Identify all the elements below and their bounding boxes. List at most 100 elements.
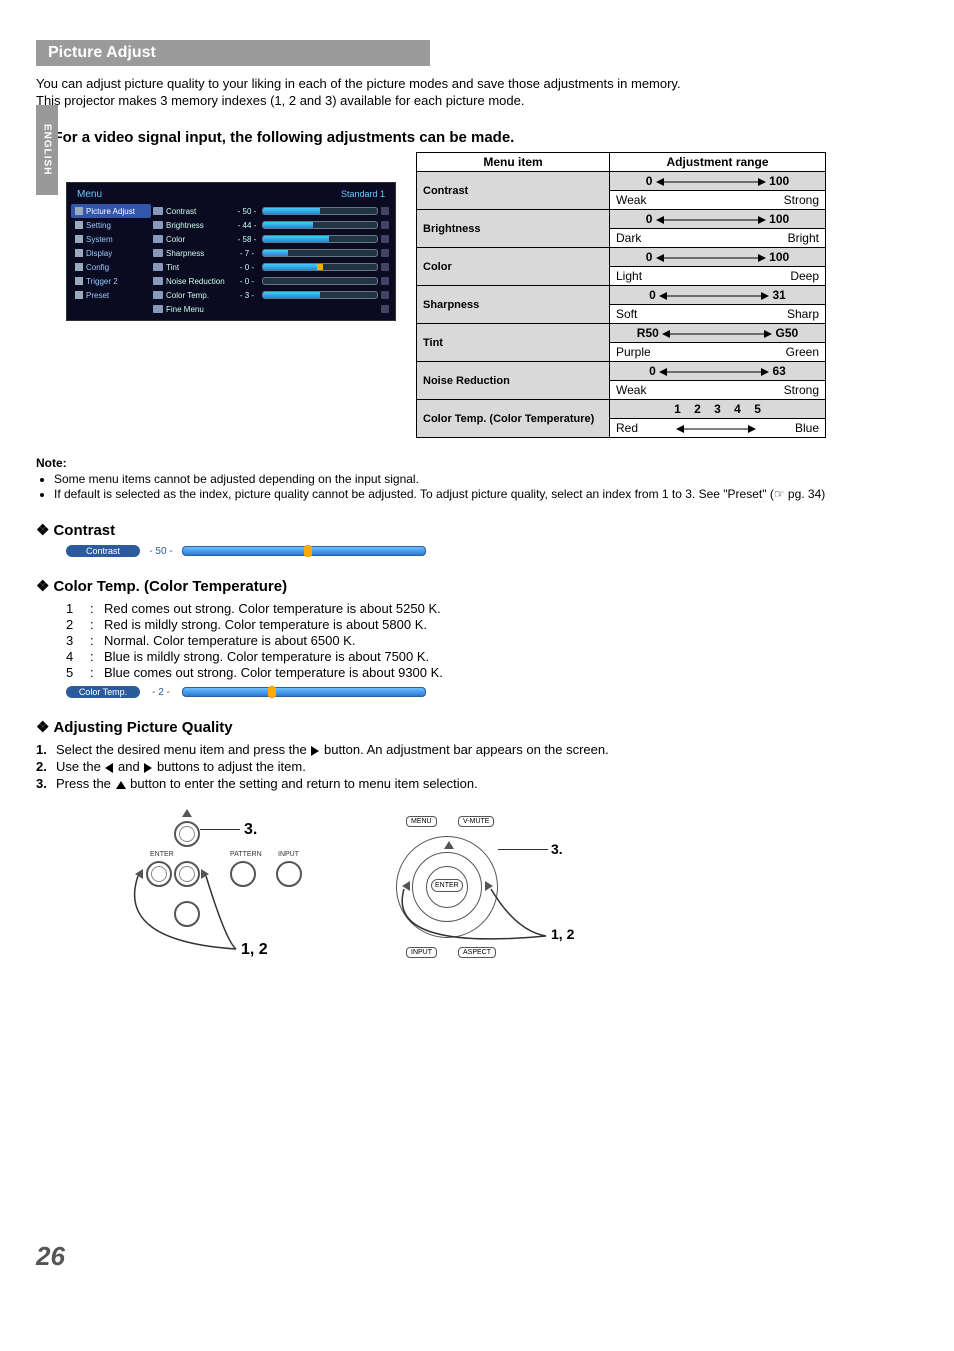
table-item-cell: Tint: [417, 324, 610, 362]
osd-param-value: - 0 -: [235, 263, 259, 272]
section-title: Picture Adjust: [36, 40, 430, 66]
param-icon: [153, 235, 163, 243]
ct-num: 3: [66, 633, 90, 648]
step-row: 2. Use the and buttons to adjust the ite…: [36, 759, 898, 774]
step-row: 1. Select the desired menu item and pres…: [36, 742, 898, 757]
heading-colortemp: ❖Color Temp. (Color Temperature): [36, 577, 898, 595]
note-item: If default is selected as the index, pic…: [54, 487, 898, 501]
table-item-cell: Brightness: [417, 210, 610, 248]
setting-icon: [75, 221, 83, 229]
osd-param-label: Tint: [166, 263, 232, 272]
osd-param-label: Color: [166, 235, 232, 244]
table-range-cell: 0 31: [610, 286, 826, 305]
step-12-label: 1, 2: [241, 941, 268, 959]
osd-row: Color Temp.- 3 -: [151, 288, 391, 302]
param-icon: [153, 291, 163, 299]
osd-param-value: - 58 -: [235, 235, 259, 244]
ct-num: 2: [66, 617, 90, 632]
osd-row: Sharpness- 7 -: [151, 246, 391, 260]
table-desc-cell: WeakStrong: [610, 191, 826, 210]
osd-row: Noise Reduction- 0 -: [151, 274, 391, 288]
ct-text: Blue is mildly strong. Color temperature…: [104, 649, 429, 664]
ct-text: Blue comes out strong. Color temperature…: [104, 665, 443, 680]
table-desc-cell: WeakStrong: [610, 381, 826, 400]
trigger-icon: [75, 277, 83, 285]
colortemp-row: 2:Red is mildly strong. Color temperatur…: [66, 617, 898, 632]
osd-slider-bar: [262, 235, 378, 243]
step-row: 3. Press the button to enter the setting…: [36, 776, 898, 791]
table-range-cell: 0 100: [610, 210, 826, 229]
note-label: Note:: [36, 456, 898, 470]
slider-value: - 50 -: [146, 546, 176, 557]
osd-sidebar: Picture Adjust Setting System Display Co…: [71, 204, 151, 316]
osd-preset-label: Standard 1: [341, 189, 385, 200]
up-arrow-icon: [116, 781, 126, 789]
note-block: Note: Some menu items cannot be adjusted…: [36, 456, 898, 501]
slider-label: Color Temp.: [66, 686, 140, 698]
config-icon: [75, 263, 83, 271]
param-icon: [153, 277, 163, 285]
table-item-cell: Noise Reduction: [417, 362, 610, 400]
osd-menu-screenshot: Menu Standard 1 Picture Adjust Setting S…: [66, 182, 396, 321]
param-icon: [153, 263, 163, 271]
end-icon: [381, 305, 389, 313]
colortemp-slider: Color Temp. - 2 -: [66, 686, 426, 698]
heading-video-signal: ❖For a video signal input, the following…: [36, 128, 898, 146]
table-item-cell: Sharpness: [417, 286, 610, 324]
system-icon: [75, 235, 83, 243]
left-arrow-icon: [105, 763, 113, 773]
osd-param-label: Noise Reduction: [166, 277, 232, 286]
end-icon: [381, 291, 389, 299]
end-icon: [381, 277, 389, 285]
connector-arc: [106, 821, 326, 971]
table-desc-cell: PurpleGreen: [610, 343, 826, 362]
adjustment-range-table: Menu item Adjustment range Contrast0 100…: [416, 152, 826, 438]
osd-param-value: - 44 -: [235, 221, 259, 230]
slider-label: Contrast: [66, 545, 140, 557]
diamond-icon: ❖: [36, 578, 49, 595]
end-icon: [381, 235, 389, 243]
table-desc-cell: LightDeep: [610, 267, 826, 286]
slider-value: - 2 -: [146, 687, 176, 698]
ct-num: 1: [66, 601, 90, 616]
up-arrow-icon: [182, 809, 192, 817]
language-tab: ENGLISH: [36, 105, 58, 195]
osd-param-label: Sharpness: [166, 249, 232, 258]
table-range-cell: 0 100: [610, 248, 826, 267]
osd-param-label: Color Temp.: [166, 291, 232, 300]
panel-diagram: 3. ENTER PATTERN INPUT 1, 2: [106, 821, 326, 971]
osd-row: Tint- 0 -: [151, 260, 391, 274]
end-icon: [381, 249, 389, 257]
diamond-icon: ❖: [36, 522, 49, 539]
step-12-label: 1, 2: [551, 926, 574, 942]
intro-line2: This projector makes 3 memory indexes (1…: [36, 93, 898, 108]
osd-param-value: - 0 -: [235, 277, 259, 286]
table-desc-cell: DarkBright: [610, 229, 826, 248]
colortemp-row: 3:Normal. Color temperature is about 650…: [66, 633, 898, 648]
heading-contrast: ❖Contrast: [36, 521, 898, 539]
osd-rows: Contrast- 50 -Brightness- 44 -Color- 58 …: [151, 204, 391, 316]
picture-adjust-icon: [75, 207, 83, 215]
table-desc-cell: Red Blue: [610, 419, 826, 438]
preset-icon: [75, 291, 83, 299]
osd-slider-bar: [262, 277, 378, 285]
right-arrow-icon: [144, 763, 152, 773]
param-icon: [153, 207, 163, 215]
end-icon: [381, 207, 389, 215]
param-icon: [153, 249, 163, 257]
param-icon: [153, 305, 163, 313]
osd-row: Color- 58 -: [151, 232, 391, 246]
right-arrow-icon: [311, 746, 319, 756]
ct-text: Red is mildly strong. Color temperature …: [104, 617, 427, 632]
osd-slider-bar: [262, 263, 378, 271]
heading-adjusting: ❖Adjusting Picture Quality: [36, 718, 898, 736]
table-head-range: Adjustment range: [610, 153, 826, 172]
end-icon: [381, 221, 389, 229]
table-range-cell: 1 2 3 4 5: [610, 400, 826, 419]
connector-arc: [386, 811, 596, 981]
slider-track: [182, 687, 426, 697]
ct-text: Red comes out strong. Color temperature …: [104, 601, 441, 616]
remote-diagram: MENU V-MUTE ENTER INPUT ASPECT 3. 1, 2: [386, 811, 596, 981]
osd-param-label: Brightness: [166, 221, 232, 230]
diagrams: 3. ENTER PATTERN INPUT 1, 2 MENU V-MUTE: [106, 811, 898, 981]
